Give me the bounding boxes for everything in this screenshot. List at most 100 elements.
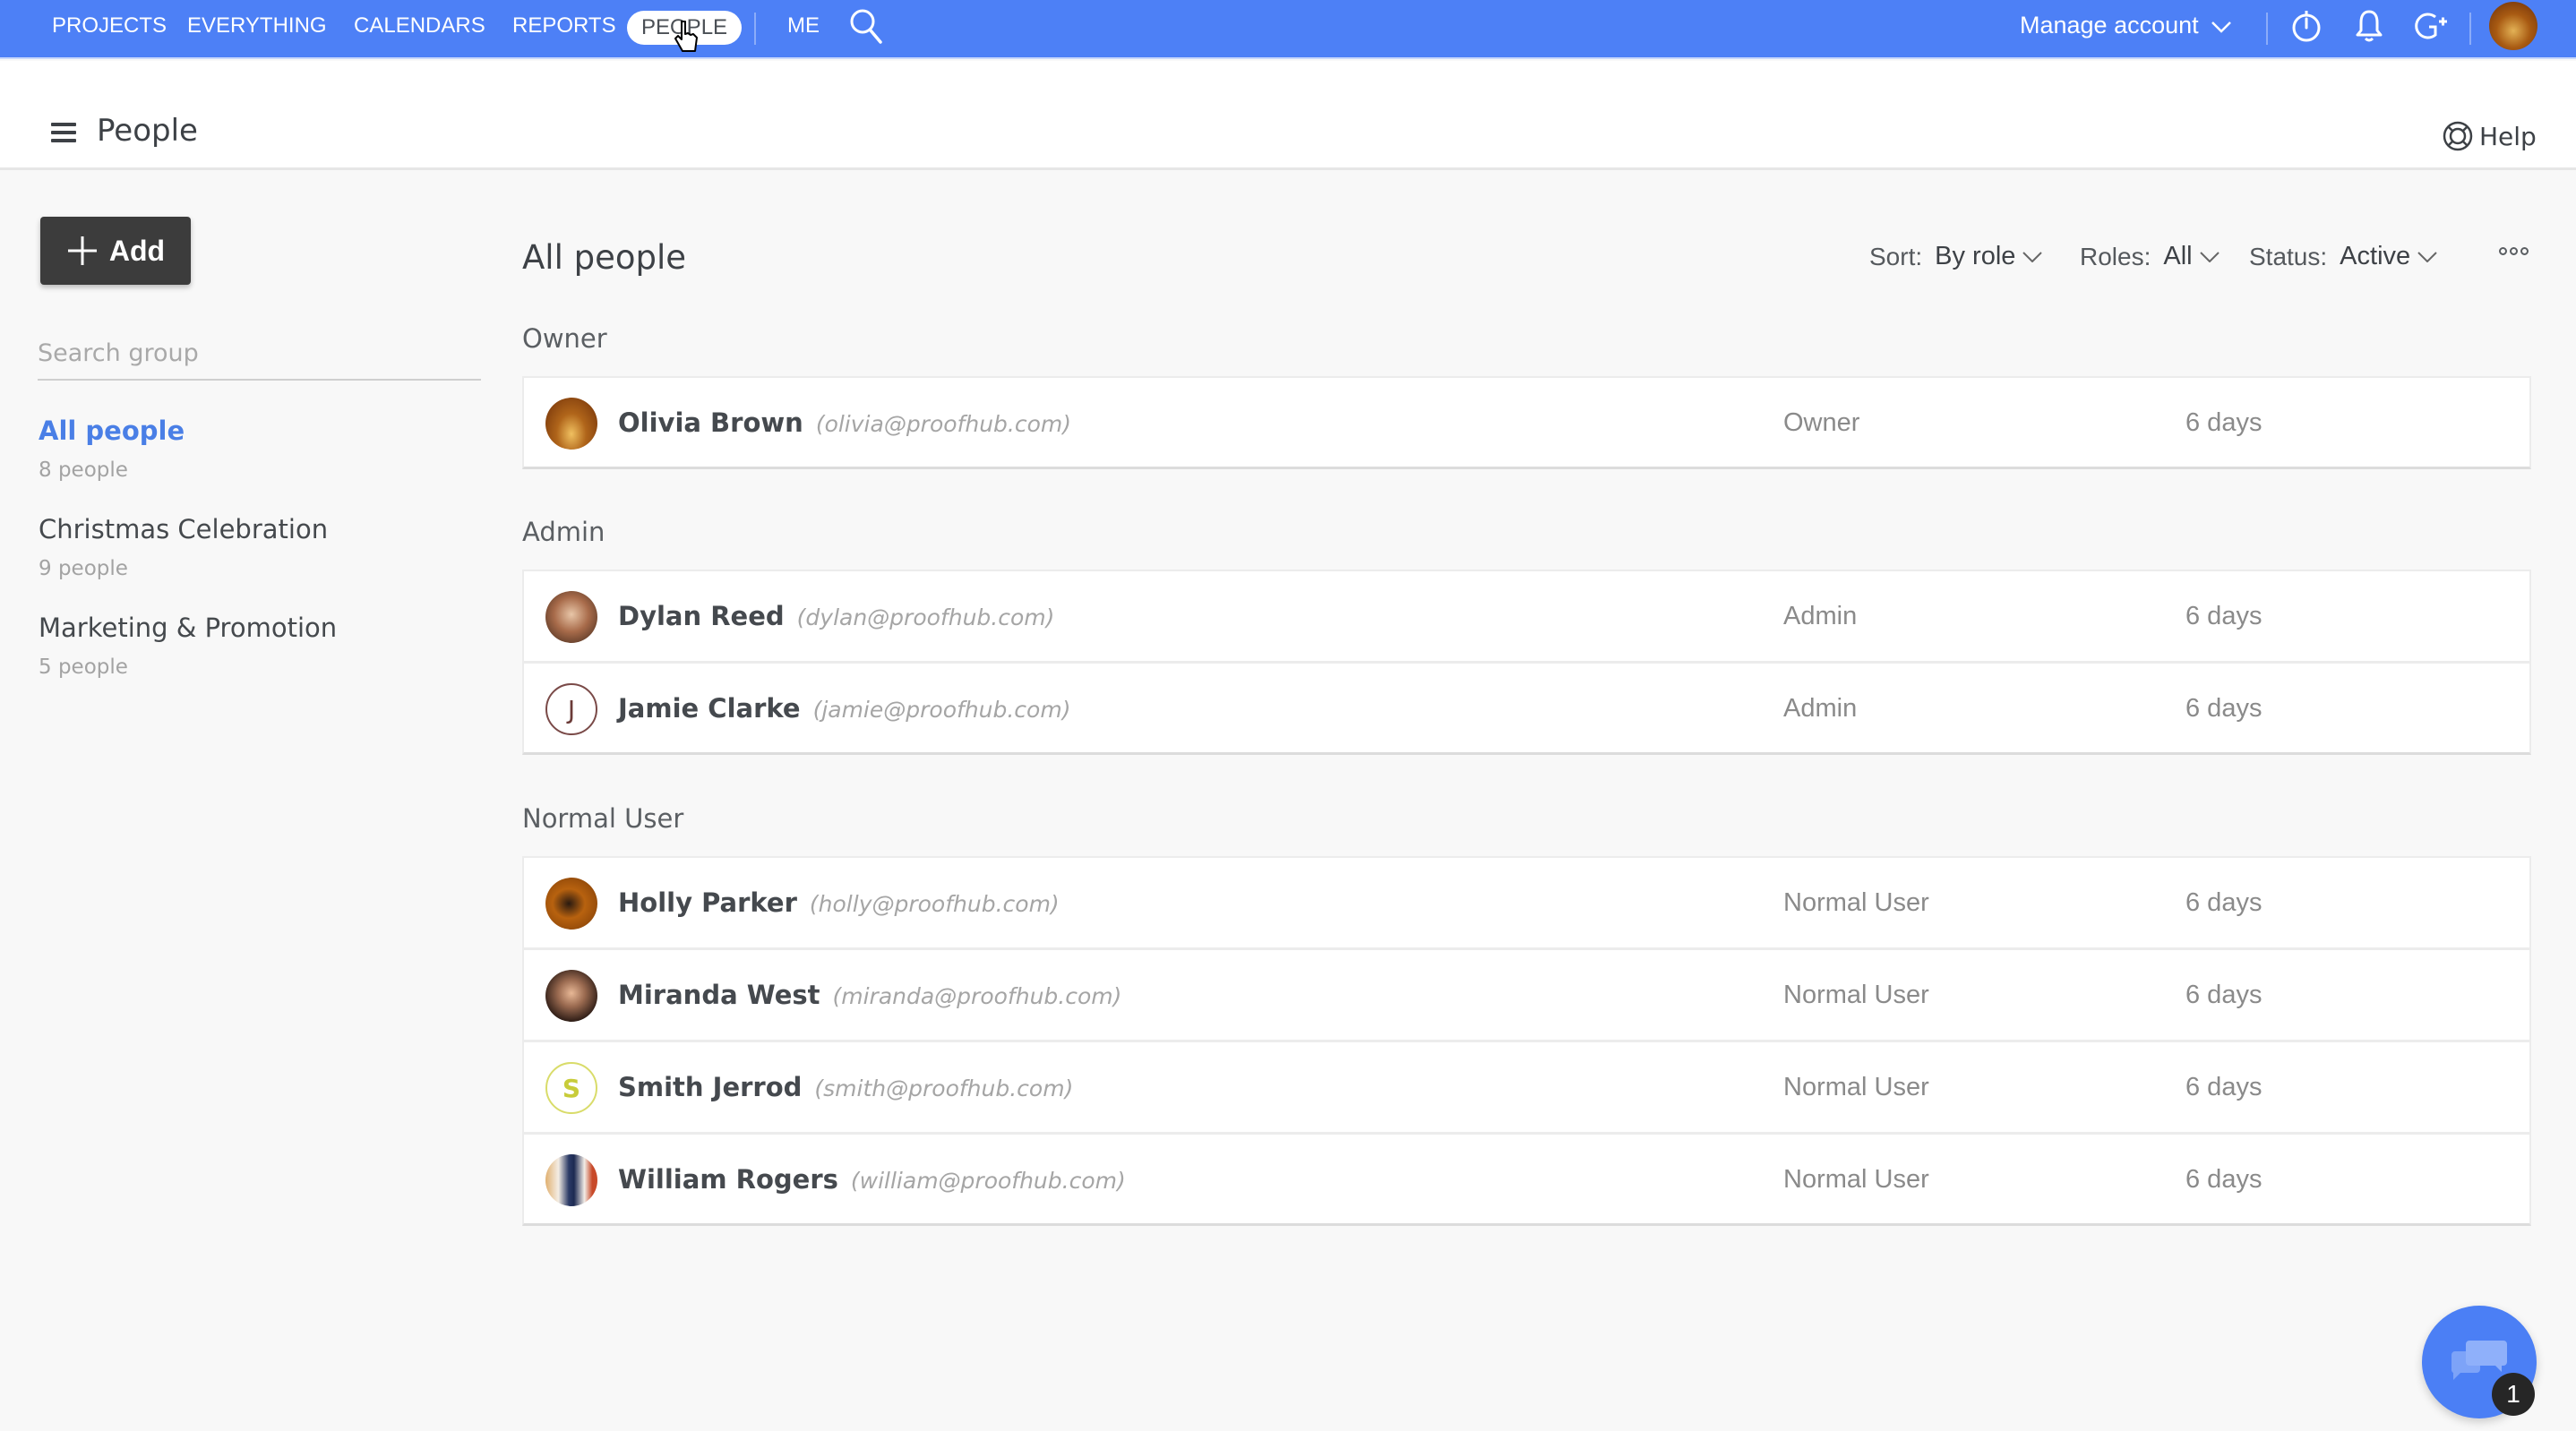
avatar-initial: S — [545, 1062, 597, 1114]
nav-divider — [2266, 13, 2268, 45]
person-role: Normal User — [1783, 981, 1929, 1009]
person-row[interactable]: Holly Parker (holly@proofhub.com) Normal … — [522, 856, 2531, 949]
person-name: Smith Jerrod — [618, 1072, 803, 1102]
user-avatar[interactable] — [2489, 2, 2537, 50]
sort-value: By role — [1935, 242, 2016, 270]
sort-filter: Sort: By role — [1869, 242, 2043, 271]
avatar — [545, 398, 597, 450]
person-role: Admin — [1783, 694, 1858, 723]
group-count: 8 people — [39, 458, 128, 482]
avatar — [545, 878, 597, 930]
person-row[interactable]: Miranda West (miranda@proofhub.com) Norma… — [522, 948, 2531, 1041]
status-label: Status: — [2249, 242, 2328, 270]
status-value: Active — [2340, 242, 2411, 270]
person-name: William Rogers — [618, 1164, 838, 1195]
person-row[interactable]: S Smith Jerrod (smith@proofhub.com) Norma… — [522, 1041, 2531, 1134]
person-email: (holly@proofhub.com) — [809, 891, 1060, 917]
person-name: Olivia Brown — [618, 407, 803, 438]
nav-people[interactable]: PEOPLE — [627, 11, 743, 45]
person-name: Miranda West — [618, 980, 820, 1010]
person-row[interactable]: William Rogers (william@proofhub.com) Nor… — [522, 1133, 2531, 1226]
person-role: Normal User — [1783, 888, 1929, 917]
person-role: Normal User — [1783, 1165, 1929, 1194]
add-button-label: Add — [108, 234, 166, 267]
person-row[interactable]: Dylan Reed (dylan@proofhub.com) Admin 6 d… — [522, 570, 2531, 663]
person-email: (smith@proofhub.com) — [814, 1075, 1074, 1101]
roles-dropdown[interactable]: All — [2163, 242, 2220, 271]
nav-everything[interactable]: EVERYTHING — [187, 0, 327, 59]
more-options-icon[interactable] — [2499, 247, 2529, 255]
top-navigation-bar: PROJECTS EVERYTHING CALENDARS REPORTS PE… — [0, 0, 2576, 59]
person-email: (william@proofhub.com) — [850, 1168, 1126, 1194]
roles-label: Roles: — [2080, 242, 2151, 270]
person-role: Normal User — [1783, 1073, 1929, 1101]
status-dropdown[interactable]: Active — [2340, 242, 2437, 271]
manage-account-label: Manage account — [2020, 12, 2199, 39]
nav-calendars[interactable]: CALENDARS — [354, 0, 485, 59]
status-filter: Status: Active — [2249, 242, 2437, 271]
person-last-active: 6 days — [2185, 694, 2263, 723]
person-name: Dylan Reed — [618, 601, 785, 631]
group-name: Christmas Celebration — [39, 514, 329, 544]
chevron-down-icon — [2022, 251, 2043, 262]
page-title: People — [97, 113, 198, 149]
search-icon[interactable] — [844, 0, 889, 52]
person-last-active: 6 days — [2185, 888, 2263, 917]
hamburger-menu-icon[interactable] — [51, 123, 76, 144]
section-heading-admin: Admin — [522, 517, 605, 547]
avatar — [545, 1154, 597, 1206]
sidebar-group-all-people[interactable]: All people 8 people — [39, 416, 185, 482]
person-email: (olivia@proofhub.com) — [815, 411, 1072, 437]
help-button[interactable]: Help — [2442, 120, 2537, 152]
roles-value: All — [2163, 242, 2193, 270]
nav-divider — [754, 13, 756, 45]
avatar — [545, 591, 597, 643]
timer-icon[interactable] — [2287, 0, 2326, 52]
main-title: All people — [522, 238, 687, 277]
bell-icon[interactable] — [2349, 0, 2389, 52]
add-button[interactable]: Add — [40, 217, 191, 285]
add-user-icon[interactable] — [2411, 0, 2451, 52]
person-email: (miranda@proofhub.com) — [832, 983, 1122, 1009]
group-count: 5 people — [39, 656, 128, 679]
lifebuoy-icon — [2443, 121, 2473, 151]
chat-notification-badge: 1 — [2492, 1373, 2535, 1416]
sidebar-group-christmas-celebration[interactable]: Christmas Celebration 9 people — [39, 514, 328, 580]
sort-dropdown[interactable]: By role — [1935, 242, 2043, 271]
nav-divider — [2469, 13, 2471, 45]
person-last-active: 6 days — [2185, 602, 2263, 630]
person-last-active: 6 days — [2185, 1165, 2263, 1194]
plus-icon — [67, 236, 97, 265]
person-last-active: 6 days — [2185, 1073, 2263, 1101]
person-role: Admin — [1783, 602, 1858, 630]
roles-filter: Roles: All — [2080, 242, 2220, 271]
chevron-down-icon — [2417, 251, 2437, 262]
nav-me[interactable]: ME — [787, 0, 820, 59]
person-name: Jamie Clarke — [618, 693, 801, 724]
chevron-down-icon — [2199, 251, 2220, 262]
person-row[interactable]: Olivia Brown (olivia@proofhub.com) Owner … — [522, 376, 2531, 469]
person-email: (jamie@proofhub.com) — [812, 697, 1071, 723]
person-row[interactable]: J Jamie Clarke (jamie@proofhub.com) Admin… — [522, 662, 2531, 755]
help-label: Help — [2479, 121, 2537, 151]
group-count: 9 people — [39, 557, 128, 580]
sort-label: Sort: — [1869, 242, 1923, 270]
avatar — [545, 970, 597, 1022]
avatar-initial: J — [545, 683, 597, 735]
sidebar-group-marketing-promotion[interactable]: Marketing & Promotion 5 people — [39, 613, 337, 679]
manage-account-dropdown[interactable]: Manage account — [2020, 0, 2232, 52]
person-last-active: 6 days — [2185, 408, 2263, 437]
chevron-down-icon — [2211, 21, 2232, 33]
person-name: Holly Parker — [618, 887, 797, 918]
section-heading-owner: Owner — [522, 323, 607, 354]
page-header: People Help — [0, 61, 2576, 170]
group-name: Marketing & Promotion — [39, 613, 338, 643]
person-email: (dylan@proofhub.com) — [796, 604, 1055, 630]
search-group-input[interactable] — [38, 327, 481, 381]
nav-projects[interactable]: PROJECTS — [52, 0, 167, 59]
section-heading-normal-user: Normal User — [522, 803, 684, 834]
nav-reports[interactable]: REPORTS — [512, 0, 616, 59]
group-name: All people — [39, 416, 185, 446]
person-last-active: 6 days — [2185, 981, 2263, 1009]
person-role: Owner — [1783, 408, 1860, 437]
